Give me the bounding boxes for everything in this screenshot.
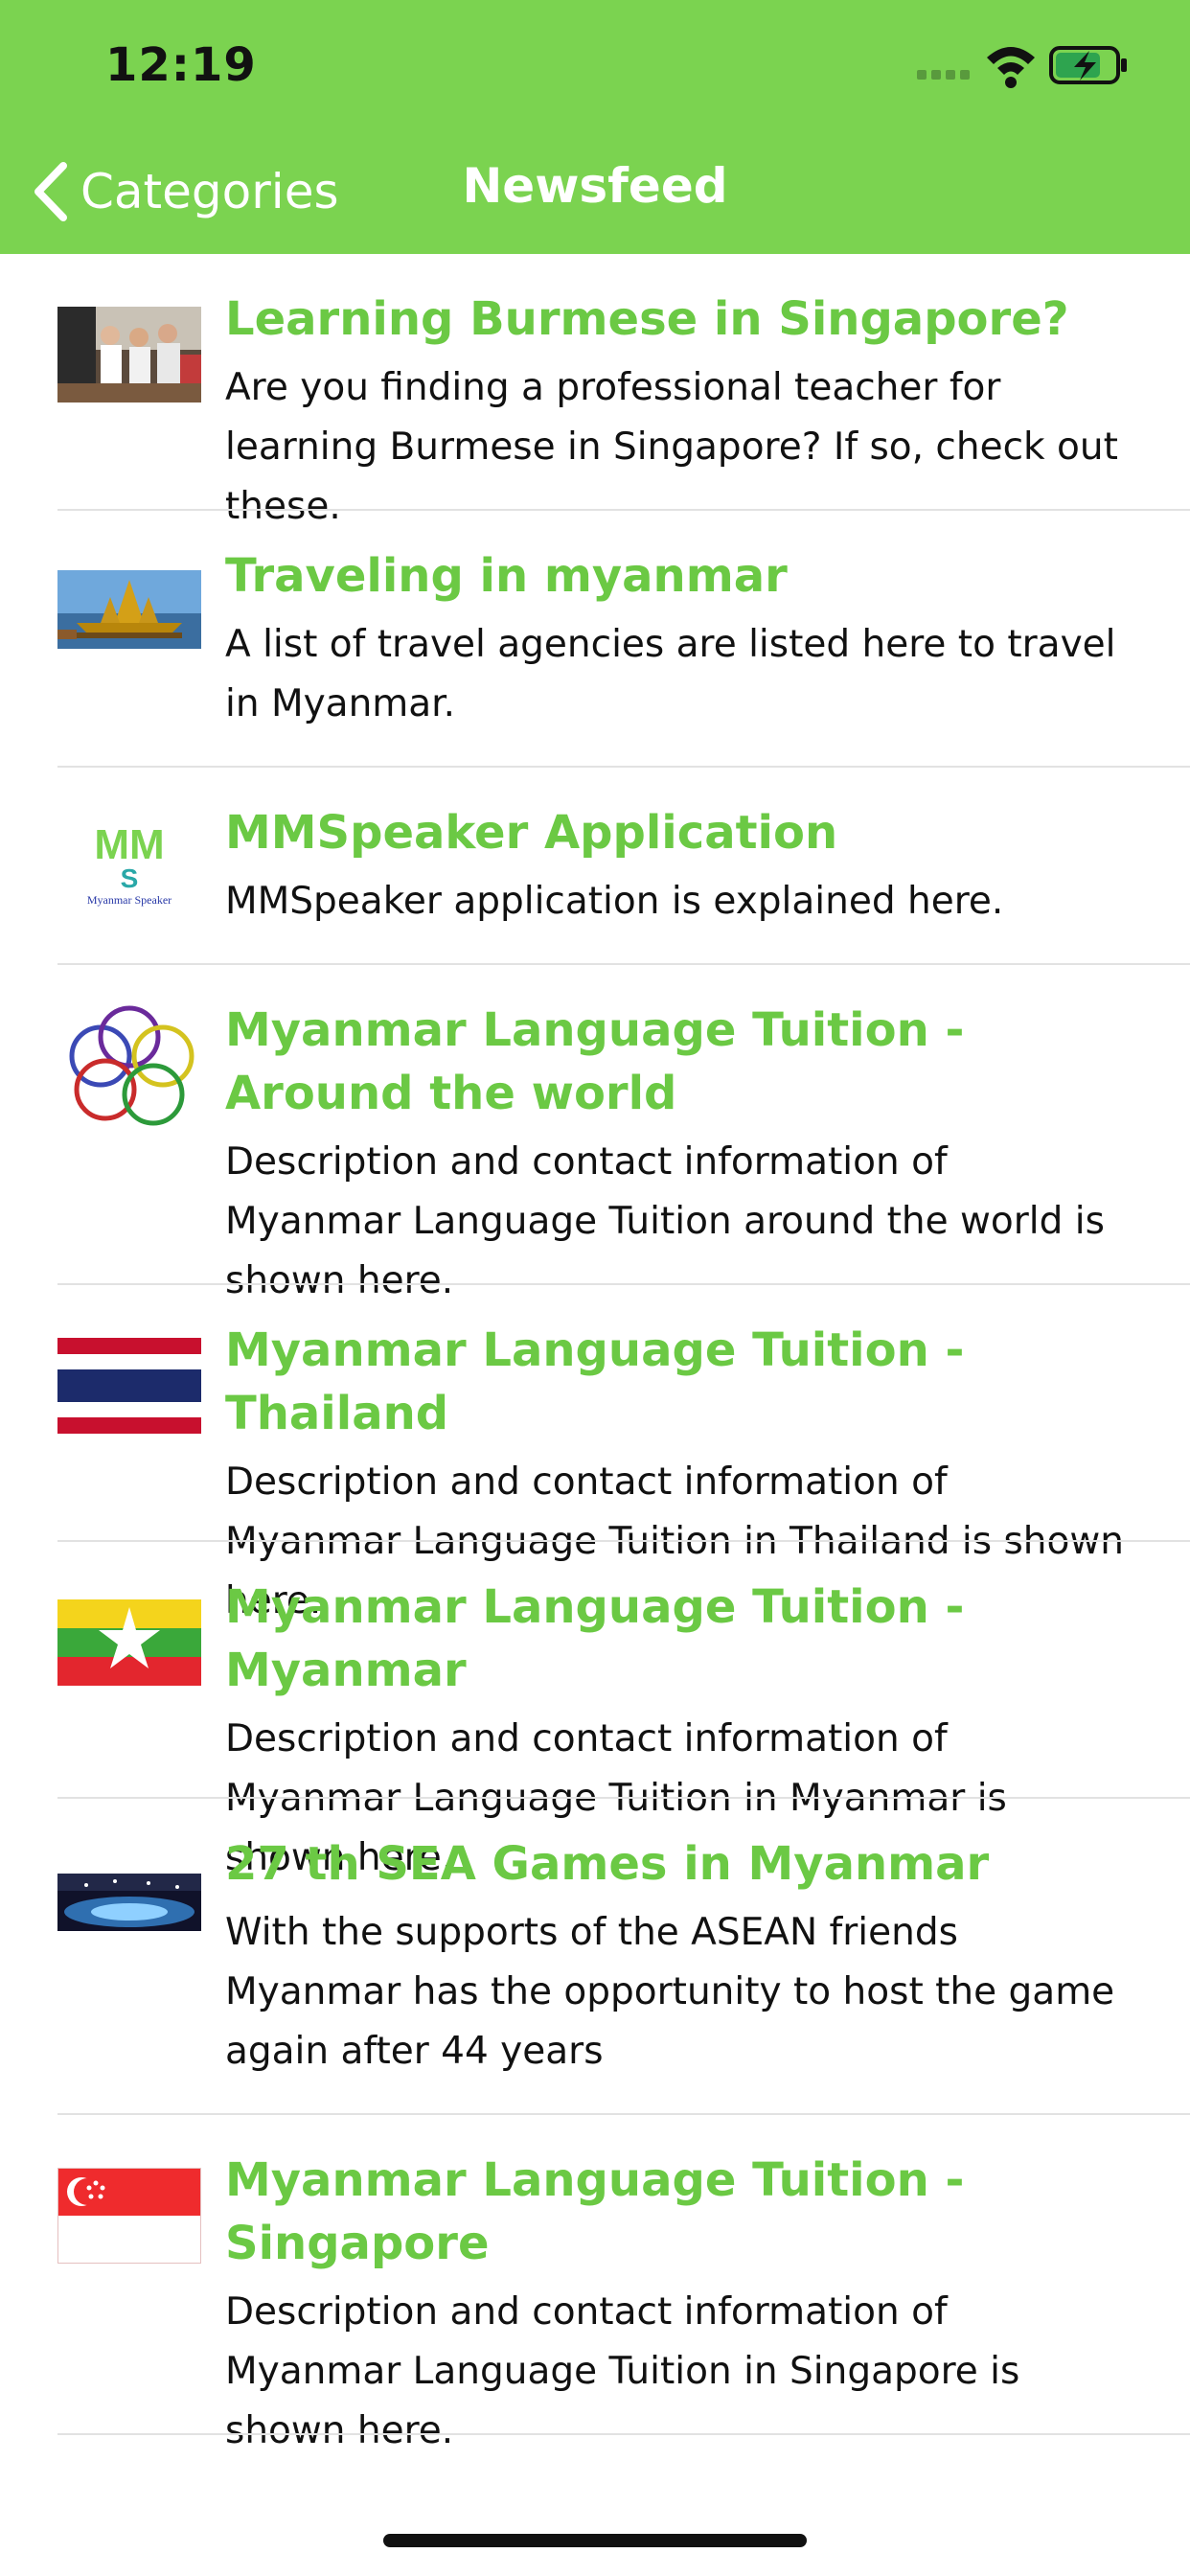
royal-barge-thumbnail	[57, 570, 201, 649]
list-item[interactable]: Traveling in myanmar A list of travel ag…	[0, 511, 1190, 768]
page-title: Newsfeed	[462, 158, 728, 214]
item-title: Myanmar Language Tuition - Thailand	[225, 1323, 965, 1440]
mmspeaker-thumbnail: MM S Myanmar Speaker	[57, 811, 201, 907]
stadium-thumbnail	[57, 1874, 201, 1931]
battery-charging-icon	[1049, 46, 1127, 84]
item-title: 27 th SEA Games in Myanmar	[225, 1837, 990, 1891]
newsfeed-list: Learning Burmese in Singapore? Are you f…	[0, 254, 1190, 2452]
s-logo-text: S	[121, 863, 139, 893]
rings-logo-thumbnail	[57, 1003, 201, 1128]
list-item[interactable]: Learning Burmese in Singapore? Are you f…	[0, 254, 1190, 528]
item-title: Myanmar Language Tuition - Around the wo…	[225, 1003, 965, 1120]
singapore-flag-thumbnail	[57, 2168, 201, 2264]
navigation-bar: 12:19 Categories Newsfeed	[0, 0, 1190, 254]
logo-caption: Myanmar Speaker	[87, 893, 172, 907]
cellular-signal-icon	[917, 70, 970, 80]
list-item[interactable]: Myanmar Language Tuition - Singapore Des…	[0, 2115, 1190, 2452]
item-title: MMSpeaker Application	[225, 806, 838, 860]
divider	[57, 2433, 1190, 2435]
list-item[interactable]: 27 th SEA Games in Myanmar With the supp…	[0, 1799, 1190, 2115]
list-item[interactable]: Myanmar Language Tuition - Myanmar Descr…	[0, 1542, 1190, 1879]
mm-logo-text: MM	[94, 821, 164, 868]
wifi-icon	[987, 47, 1035, 88]
status-time: 12:19	[105, 38, 257, 92]
item-title: Myanmar Language Tuition - Myanmar	[225, 1580, 965, 1697]
myanmar-flag-thumbnail	[57, 1599, 201, 1686]
item-title: Traveling in myanmar	[225, 549, 788, 603]
list-item[interactable]: Myanmar Language Tuition - Thailand Desc…	[0, 1285, 1190, 1622]
thailand-flag-thumbnail	[57, 1338, 201, 1434]
classroom-thumbnail	[57, 307, 201, 402]
item-description: A list of travel agencies are listed her…	[225, 623, 1116, 725]
status-icons	[917, 46, 1127, 88]
item-title: Myanmar Language Tuition - Singapore	[225, 2153, 965, 2270]
home-indicator[interactable]	[383, 2534, 807, 2547]
item-description: With the supports of the ASEAN friends M…	[225, 1911, 1115, 2073]
item-description: MMSpeaker application is explained here.	[225, 880, 1004, 923]
item-title: Learning Burmese in Singapore?	[225, 292, 1069, 346]
list-item[interactable]: MM S Myanmar Speaker MMSpeaker Applicati…	[0, 768, 1190, 965]
list-item[interactable]: Myanmar Language Tuition - Around the wo…	[0, 965, 1190, 1302]
